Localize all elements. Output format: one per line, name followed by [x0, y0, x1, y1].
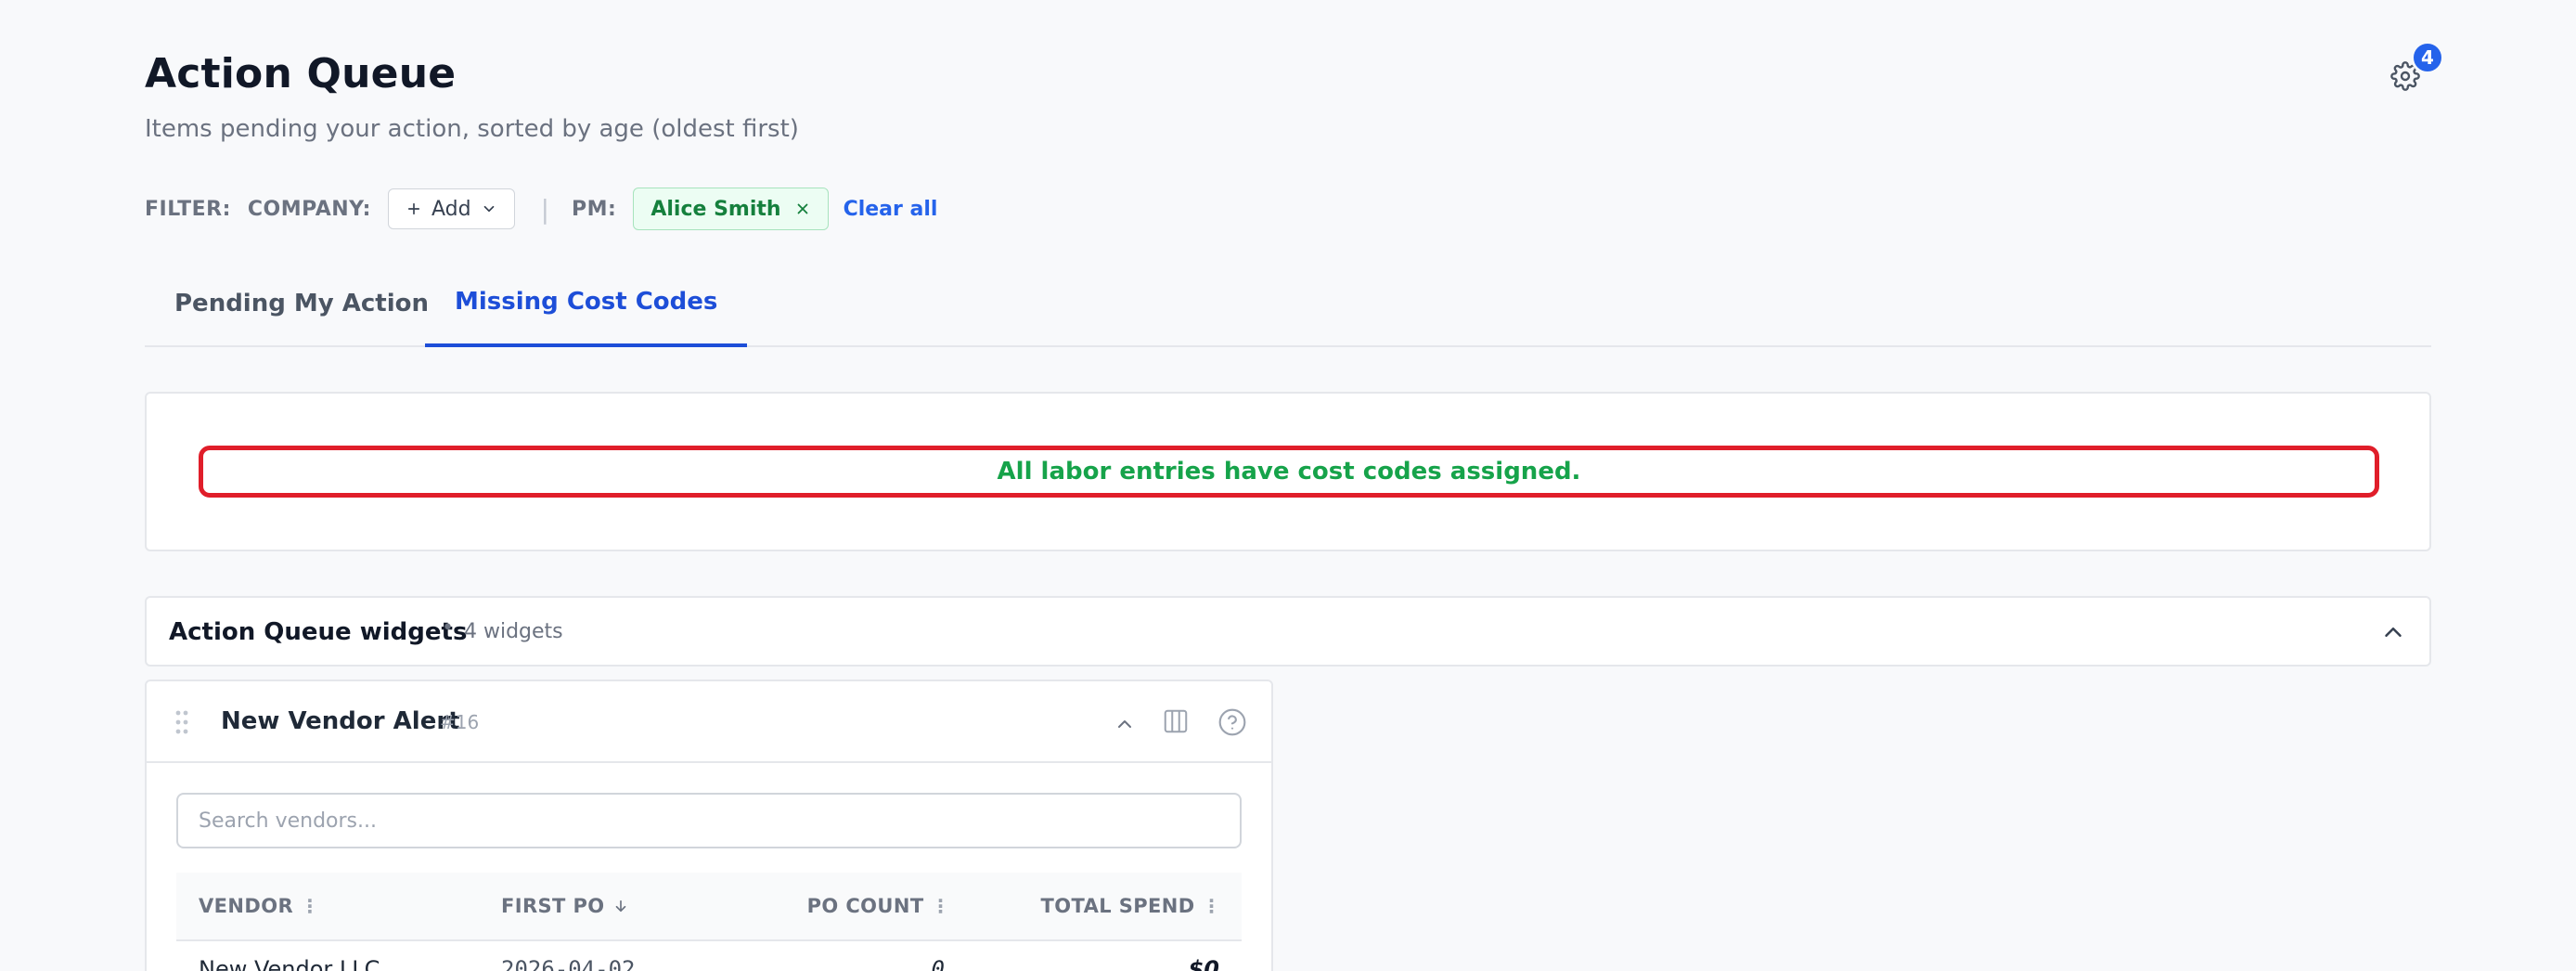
pm-filter-chip: Alice Smith: [633, 188, 829, 230]
column-header-po-count[interactable]: PO COUNT ⋮: [807, 895, 950, 917]
widgets-section-title: Action Queue widgets: [169, 618, 468, 646]
tab-pending-my-action[interactable]: Pending My Action: [145, 260, 458, 347]
column-label: TOTAL SPEND: [1040, 895, 1195, 917]
kebab-icon[interactable]: ⋮: [932, 895, 950, 917]
status-message: All labor entries have cost codes assign…: [199, 446, 2379, 498]
table-row[interactable]: New Vendor LLC 2026-04-02 0 $0: [176, 943, 1242, 971]
chevron-up-icon[interactable]: [2379, 618, 2407, 646]
cell-po-count: 0: [931, 956, 945, 971]
plus-icon: [407, 202, 420, 215]
chevron-up-icon[interactable]: [1114, 713, 1136, 735]
clear-all-link[interactable]: Clear all: [844, 198, 938, 221]
arrow-down-icon: [615, 900, 625, 913]
filter-bar: FILTER: COMPANY: Add | PM: Alice Smith C…: [145, 188, 938, 230]
bullet-separator: •: [442, 616, 454, 640]
tab-missing-cost-codes[interactable]: Missing Cost Codes: [425, 260, 748, 347]
widgets-count: 4 widgets: [464, 620, 563, 643]
company-filter-label: COMPANY:: [247, 197, 371, 221]
widget-title: New Vendor Alert: [221, 707, 460, 735]
pm-filter-label: PM:: [572, 197, 617, 221]
column-header-vendor[interactable]: VENDOR ⋮: [199, 895, 319, 917]
column-header-total-spend[interactable]: TOTAL SPEND ⋮: [1041, 895, 1222, 917]
tab-bar: Pending My Action Missing Cost Codes: [145, 260, 2431, 347]
page-subtitle: Items pending your action, sorted by age…: [145, 115, 799, 143]
add-button-label: Add: [431, 197, 471, 221]
widget-new-vendor-alert: New Vendor Alert #16 VENDOR ⋮ FIRST PO P…: [145, 680, 1273, 971]
close-icon[interactable]: [794, 201, 811, 217]
widgets-section-header[interactable]: Action Queue widgets • 4 widgets: [145, 596, 2431, 667]
widget-header: New Vendor Alert #16: [147, 681, 1271, 763]
column-label: PO COUNT: [806, 895, 924, 917]
cell-first-po: 2026-04-02: [501, 956, 636, 971]
column-header-first-po[interactable]: FIRST PO: [501, 895, 629, 917]
pm-chip-label: Alice Smith: [650, 197, 781, 221]
filter-separator: |: [540, 193, 550, 225]
cell-vendor: New Vendor LLC: [199, 956, 380, 971]
help-icon[interactable]: [1217, 707, 1247, 737]
drag-handle-icon[interactable]: [174, 709, 189, 735]
settings-count-badge: 4: [2411, 41, 2444, 74]
column-label: FIRST PO: [501, 895, 605, 917]
page-title: Action Queue: [145, 50, 457, 97]
vendor-search-input[interactable]: [176, 793, 1242, 848]
columns-icon[interactable]: [1162, 707, 1190, 735]
cell-total-spend: $0: [1188, 956, 1219, 971]
settings-button[interactable]: 4: [2385, 41, 2444, 97]
chevron-down-icon: [483, 205, 494, 213]
column-label: VENDOR: [199, 895, 294, 917]
status-card: All labor entries have cost codes assign…: [145, 392, 2431, 551]
action-queue-page: Action Queue Items pending your action, …: [145, 0, 2444, 971]
widget-id: #16: [440, 711, 480, 733]
kebab-icon[interactable]: ⋮: [301, 895, 319, 917]
add-company-filter-button[interactable]: Add: [387, 188, 515, 229]
table-header: VENDOR ⋮ FIRST PO PO COUNT ⋮ TOTAL SPEND…: [176, 873, 1242, 941]
kebab-icon[interactable]: ⋮: [1203, 895, 1221, 917]
filter-label: FILTER:: [145, 197, 231, 221]
